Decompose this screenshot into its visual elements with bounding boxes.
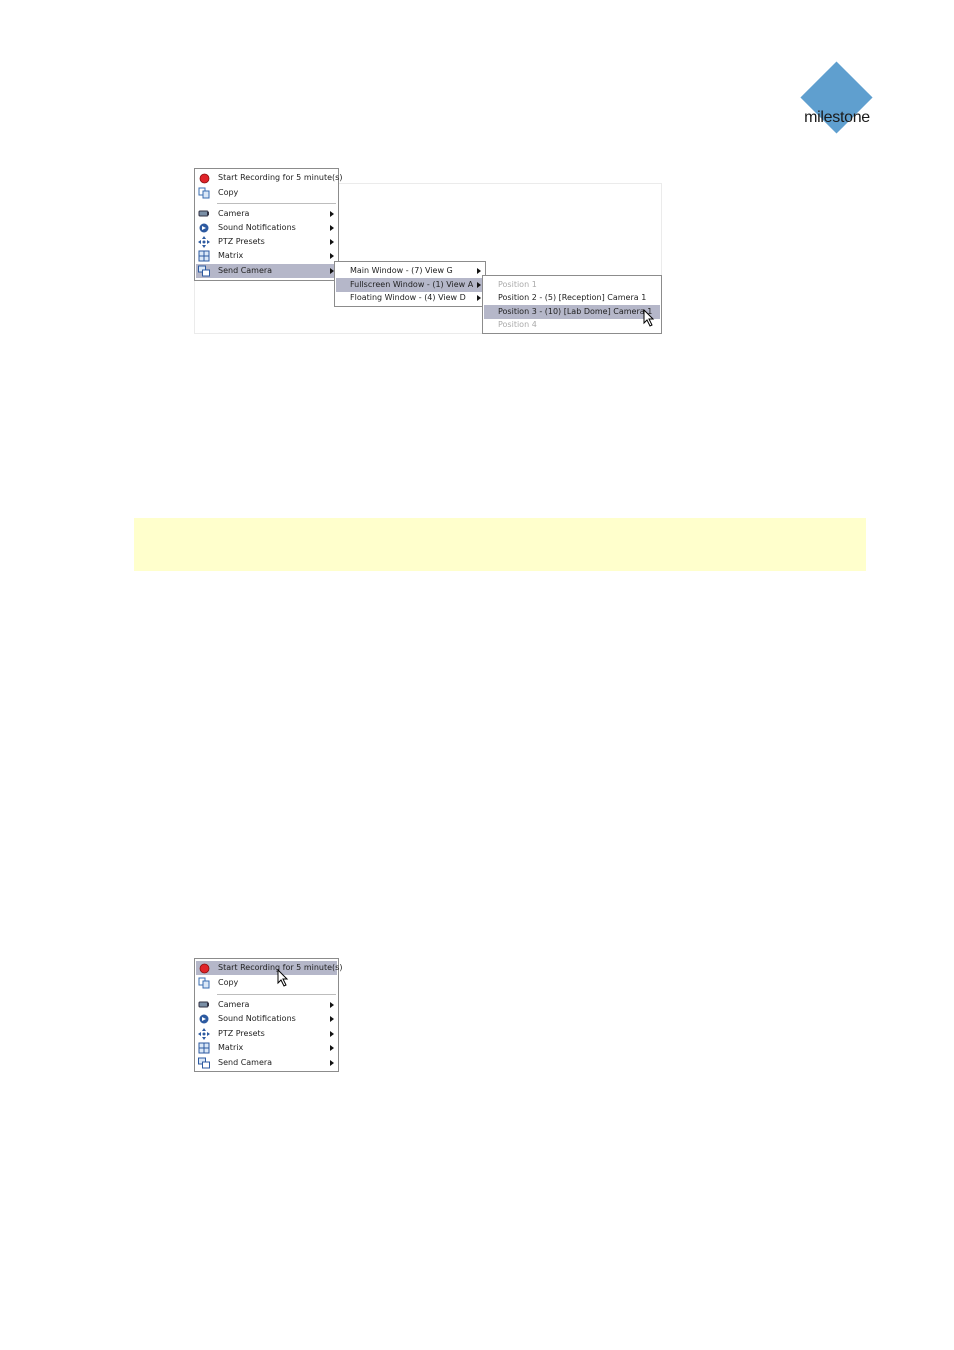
mouse-pointer-icon xyxy=(643,309,655,327)
menu-item-label: Camera xyxy=(218,1000,250,1009)
copy-icon xyxy=(198,977,210,989)
menu-item-label: Main Window - (7) View G xyxy=(350,266,453,275)
send-camera-icon xyxy=(198,265,210,277)
menu-item-label: Camera xyxy=(218,209,250,218)
record-icon xyxy=(198,172,210,184)
submenu-arrow-icon xyxy=(330,1002,334,1008)
menu-item-send-camera[interactable]: Send Camera xyxy=(196,264,337,278)
submenu-arrow-icon xyxy=(477,282,481,288)
menu-item-camera[interactable]: Camera xyxy=(196,207,337,221)
menu-item-label: Sound Notifications xyxy=(218,1014,296,1023)
submenu-arrow-icon xyxy=(330,253,334,259)
camera-icon xyxy=(198,999,210,1011)
context-menu-bottom: Start Recording for 5 minute(s) Copy Cam… xyxy=(194,958,342,1072)
menu-item-matrix[interactable]: Matrix xyxy=(196,1041,337,1055)
menu-item-label: Fullscreen Window - (1) View A xyxy=(350,280,474,289)
menu-item-label: PTZ Presets xyxy=(218,237,265,246)
menu-item-label: Position 3 - (10) [Lab Dome] Camera 1 xyxy=(498,307,653,316)
mouse-pointer-icon xyxy=(277,969,289,987)
submenu-arrow-icon xyxy=(330,1016,334,1022)
submenu-positions: Position 1 Position 2 - (5) [Reception] … xyxy=(482,275,662,334)
menu-item-label: Copy xyxy=(218,978,239,987)
send-camera-icon xyxy=(198,1057,210,1069)
note-box xyxy=(134,518,866,571)
menu-item-sound-notifications[interactable]: Sound Notifications xyxy=(196,1012,337,1026)
menu-item-start-recording[interactable]: Start Recording for 5 minute(s) xyxy=(196,171,342,185)
ptz-icon xyxy=(198,1028,210,1040)
milestone-logo: milestone xyxy=(796,61,878,142)
menu-separator xyxy=(217,203,336,204)
camera-icon xyxy=(198,208,210,220)
submenu-arrow-icon xyxy=(477,295,481,301)
submenu-item-floating-window[interactable]: Floating Window - (4) View D xyxy=(336,291,484,305)
menu-item-label: Sound Notifications xyxy=(218,223,296,232)
matrix-icon xyxy=(198,1042,210,1054)
submenu-arrow-icon xyxy=(330,1045,334,1051)
menu-item-matrix[interactable]: Matrix xyxy=(196,249,337,263)
submenu-item-main-window[interactable]: Main Window - (7) View G xyxy=(336,264,484,278)
menu-item-label: Position 2 - (5) [Reception] Camera 1 xyxy=(498,293,647,302)
submenu-item-position-1[interactable]: Position 1 xyxy=(484,278,660,292)
sound-icon xyxy=(198,222,210,234)
menu-item-ptz-presets[interactable]: PTZ Presets xyxy=(196,1027,337,1041)
menu-item-label: Copy xyxy=(218,188,239,197)
submenu-arrow-icon xyxy=(477,268,481,274)
logo-wordmark: milestone xyxy=(804,109,870,126)
context-menu-top: Start Recording for 5 minute(s) Copy Cam… xyxy=(194,168,342,281)
menu-item-copy[interactable]: Copy xyxy=(196,976,337,990)
menu-item-label: Matrix xyxy=(218,1043,244,1052)
menu-item-copy[interactable]: Copy xyxy=(196,186,337,200)
sound-icon xyxy=(198,1013,210,1025)
menu-item-label: Floating Window - (4) View D xyxy=(350,293,466,302)
menu-separator xyxy=(217,994,336,995)
submenu-item-fullscreen-window[interactable]: Fullscreen Window - (1) View A xyxy=(336,278,484,292)
menu-item-label: Send Camera xyxy=(218,1058,273,1067)
menu-item-label: Position 4 xyxy=(498,320,537,329)
menu-item-ptz-presets[interactable]: PTZ Presets xyxy=(196,235,337,249)
menu-item-label: PTZ Presets xyxy=(218,1029,265,1038)
menu-item-camera[interactable]: Camera xyxy=(196,998,337,1012)
submenu-arrow-icon xyxy=(330,211,334,217)
submenu-windows: Main Window - (7) View G Fullscreen Wind… xyxy=(334,261,486,307)
copy-icon xyxy=(198,187,210,199)
menu-item-label: Start Recording for 5 minute(s) xyxy=(218,173,343,182)
submenu-item-position-4[interactable]: Position 4 xyxy=(484,318,660,332)
menu-item-label: Position 1 xyxy=(498,280,537,289)
matrix-icon xyxy=(198,250,210,262)
submenu-arrow-icon xyxy=(330,239,334,245)
menu-item-sound-notifications[interactable]: Sound Notifications xyxy=(196,221,337,235)
menu-item-start-recording[interactable]: Start Recording for 5 minute(s) xyxy=(196,961,342,975)
menu-item-send-camera[interactable]: Send Camera xyxy=(196,1056,337,1070)
submenu-item-position-3[interactable]: Position 3 - (10) [Lab Dome] Camera 1 xyxy=(484,305,660,319)
menu-item-label: Send Camera xyxy=(218,266,273,275)
menu-item-label: Matrix xyxy=(218,251,244,260)
submenu-item-position-2[interactable]: Position 2 - (5) [Reception] Camera 1 xyxy=(484,291,660,305)
submenu-arrow-icon xyxy=(330,1031,334,1037)
record-icon xyxy=(198,962,210,974)
submenu-arrow-icon xyxy=(330,1060,334,1066)
ptz-icon xyxy=(198,236,210,248)
submenu-arrow-icon xyxy=(330,225,334,231)
